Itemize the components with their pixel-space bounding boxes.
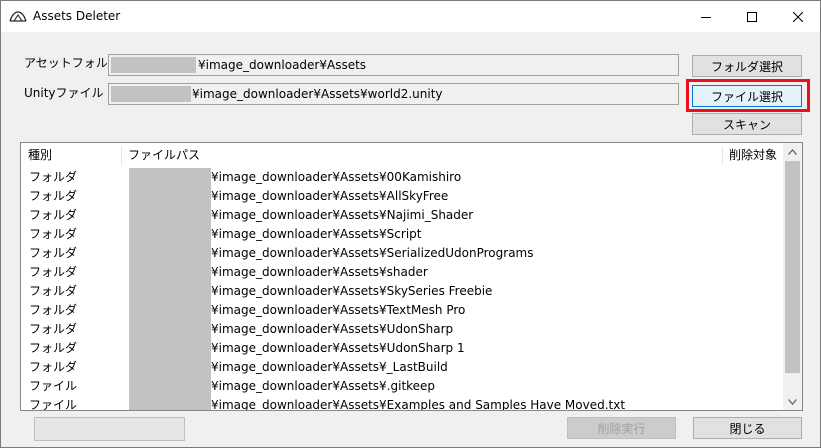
scroll-up-button[interactable] (783, 143, 802, 160)
row-kind: フォルダ (29, 284, 78, 298)
row-path: ¥image_downloader¥Assets¥SerializedUdonP… (211, 246, 534, 260)
row-path: ¥image_downloader¥Assets¥Examples and Sa… (211, 398, 626, 411)
close-button[interactable]: 閉じる (693, 417, 802, 439)
minimize-button[interactable] (683, 1, 729, 32)
row-path: ¥image_downloader¥Assets¥Script (211, 227, 422, 241)
scroll-down-button[interactable] (783, 393, 802, 410)
title-bar[interactable]: Assets Deleter (1, 1, 820, 32)
unity-file-label: Unityファイル (24, 86, 104, 100)
row-kind: フォルダ (29, 227, 78, 241)
redacted-path-prefix (111, 57, 196, 73)
redacted-path-prefix (129, 396, 211, 410)
delete-execute-button[interactable]: 削除実行 (567, 417, 676, 439)
row-kind: フォルダ (29, 265, 78, 279)
row-kind: フォルダ (29, 341, 78, 355)
column-header-delete-target[interactable]: 削除対象 (722, 143, 783, 168)
asset-folder-field[interactable]: ¥image_downloader¥Assets (108, 54, 679, 76)
row-path: ¥image_downloader¥Assets¥Najimi_Shader (211, 208, 474, 222)
vertical-scrollbar[interactable] (783, 143, 802, 410)
redacted-path-prefix (129, 282, 211, 301)
highlight-box (686, 79, 810, 112)
list-row[interactable]: フォルダ ¥image_downloader¥Assets¥SerializedU… (21, 244, 783, 263)
row-path: ¥image_downloader¥Assets¥UdonSharp (211, 322, 454, 336)
list-row[interactable]: フォルダ ¥image_downloader¥Assets¥AllSkyFree (21, 187, 783, 206)
redacted-path-prefix (129, 206, 211, 225)
row-kind: フォルダ (29, 360, 78, 374)
row-kind: フォルダ (29, 208, 78, 222)
redacted-path-prefix (129, 225, 211, 244)
list-row[interactable]: フォルダ ¥image_downloader¥Assets¥00Kamishiro (21, 168, 783, 187)
row-path: ¥image_downloader¥Assets¥UdonSharp 1 (211, 341, 465, 355)
scan-button[interactable]: スキャン (692, 113, 802, 135)
list-row[interactable]: ファイル ¥image_downloader¥Assets¥Examples an… (21, 396, 783, 411)
row-kind: ファイル (29, 379, 78, 393)
list-row[interactable]: フォルダ ¥image_downloader¥Assets¥UdonSharp 1 (21, 339, 783, 358)
list-row[interactable]: フォルダ ¥image_downloader¥Assets¥UdonSharp (21, 320, 783, 339)
list-row[interactable]: フォルダ ¥image_downloader¥Assets¥_LastBuild (21, 358, 783, 377)
row-kind: フォルダ (29, 170, 78, 184)
list-row[interactable]: フォルダ ¥image_downloader¥Assets¥Script (21, 225, 783, 244)
redacted-path-prefix (129, 301, 211, 320)
row-kind: フォルダ (29, 189, 78, 203)
redacted-path-prefix (129, 244, 211, 263)
window-title: Assets Deleter (33, 9, 121, 23)
list-row[interactable]: フォルダ ¥image_downloader¥Assets¥TextMesh Pr… (21, 301, 783, 320)
row-path: ¥image_downloader¥Assets¥_LastBuild (211, 360, 448, 374)
row-kind: フォルダ (29, 322, 78, 336)
redacted-path-prefix (129, 358, 211, 377)
close-window-button[interactable] (775, 1, 821, 32)
folder-select-button[interactable]: フォルダ選択 (692, 55, 802, 77)
asset-folder-value: ¥image_downloader¥Assets (198, 58, 367, 72)
chevron-down-icon (788, 398, 797, 405)
row-path: ¥image_downloader¥Assets¥shader (211, 265, 428, 279)
chevron-up-icon (788, 148, 797, 155)
list-row[interactable]: フォルダ ¥image_downloader¥Assets¥shader (21, 263, 783, 282)
row-kind: フォルダ (29, 303, 78, 317)
maximize-icon (747, 11, 757, 22)
row-path: ¥image_downloader¥Assets¥AllSkyFree (211, 189, 449, 203)
list-row[interactable]: フォルダ ¥image_downloader¥Assets¥Najimi_Shad… (21, 206, 783, 225)
redacted-path-prefix (129, 187, 211, 206)
row-path: ¥image_downloader¥Assets¥TextMesh Pro (211, 303, 466, 317)
list-row[interactable]: ファイル ¥image_downloader¥Assets¥.gitkeep (21, 377, 783, 396)
column-header-kind[interactable]: 種別 (21, 143, 121, 168)
maximize-button[interactable] (729, 1, 775, 32)
close-icon (793, 11, 803, 22)
redacted-path-prefix (129, 377, 211, 396)
redacted-path-prefix (129, 168, 211, 187)
app-window: Assets Deleter アセットフォルダ ¥image_downloade… (0, 0, 821, 448)
redacted-path-prefix (129, 339, 211, 358)
column-header-path[interactable]: ファイルパス (121, 143, 722, 168)
redacted-path-prefix (129, 263, 211, 282)
row-path: ¥image_downloader¥Assets¥.gitkeep (211, 379, 436, 393)
row-path: ¥image_downloader¥Assets¥SkySeries Freeb… (211, 284, 493, 298)
redacted-path-prefix (111, 86, 191, 102)
file-list[interactable]: 種別 ファイルパス 削除対象 フォルダ ¥image_downloader¥Ass… (20, 142, 803, 411)
scroll-thumb[interactable] (785, 161, 800, 373)
redacted-path-prefix (129, 320, 211, 339)
list-header: 種別 ファイルパス 削除対象 (21, 143, 783, 168)
list-row[interactable]: フォルダ ¥image_downloader¥Assets¥SkySeries F… (21, 282, 783, 301)
row-path: ¥image_downloader¥Assets¥00Kamishiro (211, 170, 462, 184)
asset-folder-label: アセットフォルダ (24, 56, 120, 70)
unity-file-field[interactable]: ¥image_downloader¥Assets¥world2.unity (108, 83, 679, 105)
unity-file-value: ¥image_downloader¥Assets¥world2.unity (192, 87, 443, 101)
minimize-icon (701, 16, 711, 18)
status-bar (34, 417, 185, 441)
row-kind: ファイル (29, 398, 78, 411)
app-icon (9, 11, 27, 22)
row-kind: フォルダ (29, 246, 78, 260)
